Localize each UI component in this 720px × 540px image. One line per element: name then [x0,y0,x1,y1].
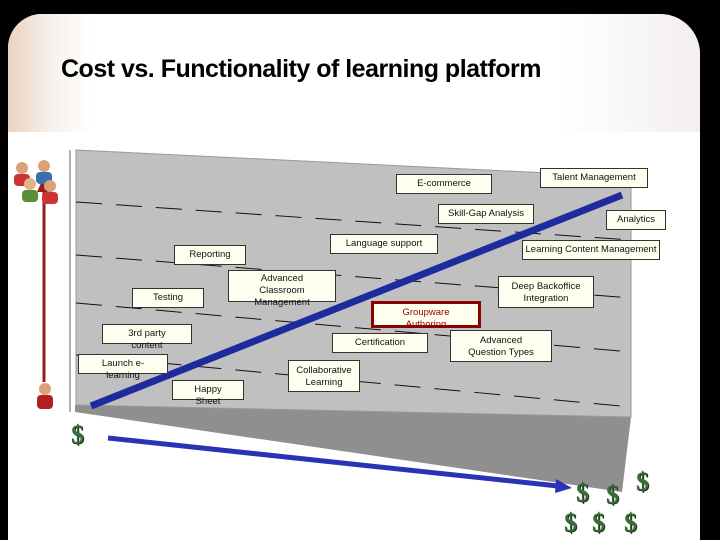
feature-box: Language support [330,234,438,254]
feature-box: Certification [332,333,428,353]
feature-box-highlighted: Groupware Authoring [371,301,481,328]
feature-box: 3rd party content [102,324,192,351]
users-group-icon [14,160,58,204]
dollar-icon: $ [624,508,637,537]
feature-box: Learning Content Management [522,240,660,260]
feature-box: Happy Sheet [172,380,244,407]
feature-box: Collaborative Learning [288,360,360,392]
dollar-icon: $ [564,508,577,537]
dollar-icon: $ [576,478,589,507]
feature-box: Reporting [174,245,246,265]
feature-box: Analytics [606,210,666,230]
feature-box: Deep Backoffice Integration [498,276,594,308]
single-user-icon [37,383,53,409]
floor [75,405,631,492]
feature-box: Skill-Gap Analysis [438,204,534,224]
feature-box: Advanced Classroom Management [228,270,336,308]
feature-box: E-commerce [396,174,492,194]
feature-box: Advanced Question Types [450,330,552,362]
feature-box: Launch e-learning [78,354,168,381]
dollar-icon: $ [71,420,84,449]
diagram [14,149,632,493]
feature-box: Talent Management [540,168,648,188]
feature-box: Testing [132,288,204,308]
dollar-icon: $ [636,467,649,496]
dollar-icon: $ [592,508,605,537]
dollar-icon: $ [606,480,619,509]
